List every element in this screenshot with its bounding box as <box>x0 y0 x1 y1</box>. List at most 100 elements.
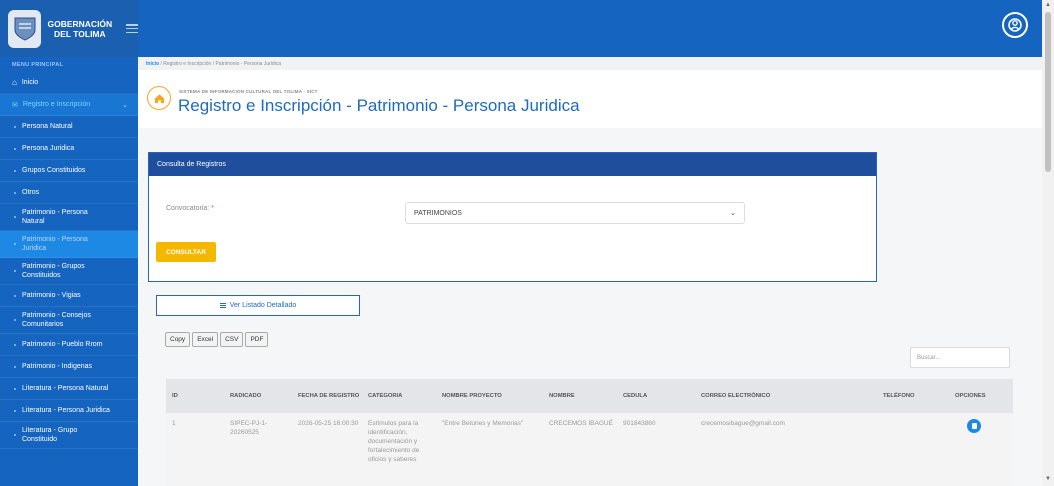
brand-logo[interactable]: GOBERNACIÓN DEL TOLIMA <box>0 0 138 57</box>
brand-line1: GOBERNACIÓN <box>47 18 113 29</box>
th-correo[interactable]: CORREO ELECTRÓNICO <box>695 379 877 413</box>
mail-icon: ✉ <box>12 101 18 109</box>
th-cedula[interactable]: CEDULA <box>617 379 695 413</box>
sidebar-item-persona-juridica[interactable]: Persona Juridica <box>0 138 138 160</box>
convocatoria-select[interactable]: PATRIMONIOS ⌄ <box>405 202 745 224</box>
sidebar-item-patrimonio-consejos[interactable]: Patrimonio - Consejos Comunitarios <box>0 307 138 334</box>
document-icon[interactable] <box>967 419 981 433</box>
bullet-icon <box>14 216 16 218</box>
sidebar-item-literatura-grupo[interactable]: Literatura - Grupo Constituido <box>0 422 138 449</box>
cell-proyecto: "Entre Betunes y Memorias" <box>442 420 524 427</box>
sidebar-item-literatura-persona-natural[interactable]: Literatura - Persona Natural <box>0 378 138 400</box>
ver-listado-button[interactable]: Ver Listado Detallado <box>156 295 360 316</box>
sidebar-item-persona-natural[interactable]: Persona Natural <box>0 116 138 138</box>
card-title: Consulta de Registros <box>149 153 876 176</box>
sidebar: GOBERNACIÓN DEL TOLIMA MENU PRINCIPAL ⌂ … <box>0 0 138 486</box>
cell-fecha: 2026-05-25 16:00:30 <box>298 420 359 427</box>
top-bar <box>0 0 1042 57</box>
sidebar-item-label: Patrimonio - Indigenas <box>22 363 93 370</box>
bullet-icon <box>14 147 16 150</box>
required-mark: * <box>211 205 214 212</box>
bullet-icon <box>14 365 16 368</box>
th-id[interactable]: ID <box>166 379 224 413</box>
scrollbar[interactable]: ▲ ▼ <box>1042 0 1054 486</box>
sidebar-item-label: Literatura - Persona Juridica <box>22 407 110 414</box>
home-icon: ⌂ <box>12 78 17 87</box>
sidebar-item-literatura-persona-juridica[interactable]: Literatura - Persona Juridica <box>0 400 138 422</box>
sidebar-item-label: Literatura - Grupo Constituido <box>22 427 78 443</box>
chevron-down-icon: ⌄ <box>122 101 128 109</box>
cell-cedula: 901843860 <box>623 420 656 427</box>
consultar-button[interactable]: CONSULTAR <box>156 242 216 262</box>
brand-line2: DEL TOLIMA <box>54 28 106 39</box>
search-input[interactable]: Buscar... <box>910 347 1010 368</box>
sidebar-item-grupos-constituidos[interactable]: Grupos Constituidos <box>0 160 138 182</box>
th-categoria[interactable]: CATEGORIA <box>362 379 436 413</box>
bullet-icon <box>14 294 16 297</box>
sidebar-item-patrimonio-persona-natural[interactable]: Patrimonio - Persona Natural <box>0 204 138 231</box>
convocatoria-value: PATRIMONIOS <box>414 210 462 217</box>
sidebar-item-patrimonio-persona-juridica[interactable]: Patrimonio - Persona Juridica <box>0 231 138 258</box>
bullet-icon <box>14 243 16 245</box>
sidebar-item-patrimonio-vigias[interactable]: Patrimonio - Vigias <box>0 285 138 307</box>
sidebar-item-label: Inicio <box>21 79 39 86</box>
sidebar-item-label: Persona Juridica <box>22 145 75 152</box>
bullet-icon <box>14 387 16 390</box>
sidebar-item-label: Literatura - Persona Natural <box>22 385 109 392</box>
consulta-card: Consulta de Registros Convocatoria: * PA… <box>148 152 877 282</box>
cell-id: 1 <box>172 420 176 427</box>
sidebar-item-inicio[interactable]: ⌂ Inicio <box>0 72 138 94</box>
main-content: Inicio / Registro e Inscripción / Patrim… <box>138 57 1042 486</box>
th-nombre[interactable]: NOMBRE <box>543 379 617 413</box>
menu-toggle-icon[interactable] <box>126 24 138 33</box>
page-title: Registro e Inscripción - Patrimonio - Pe… <box>178 96 580 115</box>
brand-name: GOBERNACIÓN DEL TOLIMA <box>47 19 112 39</box>
scroll-down-icon[interactable]: ▼ <box>1045 476 1051 482</box>
cell-radicado: SIPEC-PJ-1-20260525 <box>230 420 268 436</box>
breadcrumb: Inicio / Registro e Inscripción / Patrim… <box>138 57 1042 70</box>
sidebar-item-patrimonio-indigenas[interactable]: Patrimonio - Indigenas <box>0 356 138 378</box>
sidebar-item-label: Patrimonio - Consejos Comunitarios <box>22 312 91 328</box>
th-radicado[interactable]: RADICADO <box>224 379 292 413</box>
breadcrumb-path: / Registro e Inscripción / Patrimonio - … <box>159 61 282 67</box>
th-telefono[interactable]: TELÉFONO <box>877 379 949 413</box>
table-row: 1 SIPEC-PJ-1-20260525 2026-05-25 16:00:3… <box>166 413 1013 486</box>
bullet-icon <box>14 409 16 412</box>
cell-categoria: Estímulos para la identificación, docume… <box>368 420 420 463</box>
sidebar-item-label: Otros <box>22 189 40 196</box>
scroll-up-icon[interactable]: ▲ <box>1045 2 1051 8</box>
page-header: SISTEMA DE INFORMACION CULTURAL DEL TOLI… <box>138 70 1042 128</box>
ver-listado-label: Ver Listado Detallado <box>229 302 297 309</box>
cell-correo: crecemosibague@gmail.com <box>701 420 785 427</box>
bullet-icon <box>14 434 16 436</box>
sidebar-item-label: Patrimonio - Persona Natural <box>22 209 88 225</box>
bullet-icon <box>14 270 16 272</box>
copy-button[interactable]: Copy <box>165 332 191 347</box>
csv-button[interactable]: CSV <box>220 332 244 347</box>
menu-title: MENU PRINCIPAL <box>12 62 64 68</box>
user-account-icon[interactable] <box>1002 12 1028 38</box>
sidebar-item-label: Registro e Inscripción <box>22 101 91 108</box>
sidebar-item-patrimonio-grupos[interactable]: Patrimonio - Grupos Constituidos <box>0 258 138 285</box>
bullet-icon <box>14 343 16 346</box>
sidebar-item-patrimonio-rrom[interactable]: Patrimonio - Pueblo Rrom <box>0 334 138 356</box>
sidebar-item-otros[interactable]: Otros <box>0 182 138 204</box>
cell-telefono <box>877 413 949 486</box>
breadcrumb-home[interactable]: Inicio <box>146 61 159 67</box>
th-opciones: OPCIONES <box>955 392 986 399</box>
convocatoria-label-text: Convocatoria: <box>166 205 210 212</box>
th-fecha[interactable]: FECHA DE REGISTRO <box>292 379 362 413</box>
cell-opciones <box>949 413 1013 486</box>
cell-nombre: CRECEMOS IBAGUÉ <box>549 420 613 427</box>
scroll-thumb[interactable] <box>1045 12 1051 172</box>
sidebar-item-label: Persona Natural <box>22 123 73 130</box>
export-buttons: Copy Excel CSV PDF <box>165 332 269 347</box>
bullet-icon <box>14 169 16 172</box>
th-proyecto[interactable]: NOMBRE PROYECTO <box>436 379 543 413</box>
bullet-icon <box>14 125 16 128</box>
sidebar-item-registro[interactable]: ✉ Registro e Inscripción ⌄ <box>0 94 138 116</box>
pdf-button[interactable]: PDF <box>245 332 269 347</box>
bullet-icon <box>14 191 16 194</box>
home-icon <box>147 86 171 110</box>
excel-button[interactable]: Excel <box>192 332 219 347</box>
